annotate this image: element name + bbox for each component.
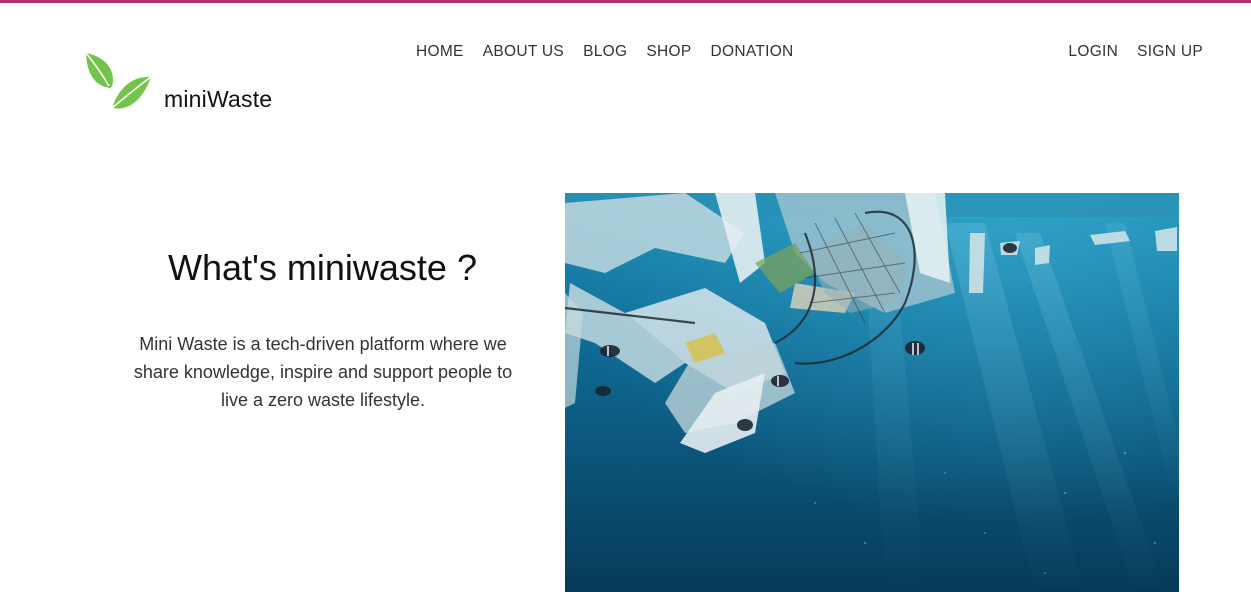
ocean-plastic-image [565, 193, 1179, 592]
intro-text: Mini Waste is a tech-driven platform whe… [133, 334, 513, 410]
main-nav: HOME ABOUT US BLOG SHOP DONATION [416, 43, 794, 61]
nav-shop[interactable]: SHOP [646, 43, 691, 61]
nav-donation[interactable]: DONATION [710, 43, 793, 61]
ocean-plastic-photo-icon [565, 193, 1179, 592]
logo[interactable]: miniWaste [82, 50, 292, 116]
nav-about-us[interactable]: ABOUT US [483, 43, 564, 61]
nav-blog[interactable]: BLOG [583, 43, 627, 61]
top-accent-bar [0, 0, 1251, 3]
intro-title: What's miniwaste ? [168, 247, 477, 288]
login-link[interactable]: LOGIN [1068, 43, 1118, 61]
brand-name: miniWaste [164, 86, 273, 112]
signup-link[interactable]: SIGN UP [1137, 43, 1203, 61]
nav-home[interactable]: HOME [416, 43, 464, 61]
leaf-logo-icon [85, 52, 152, 109]
auth-nav: LOGIN SIGN UP [1068, 43, 1203, 61]
